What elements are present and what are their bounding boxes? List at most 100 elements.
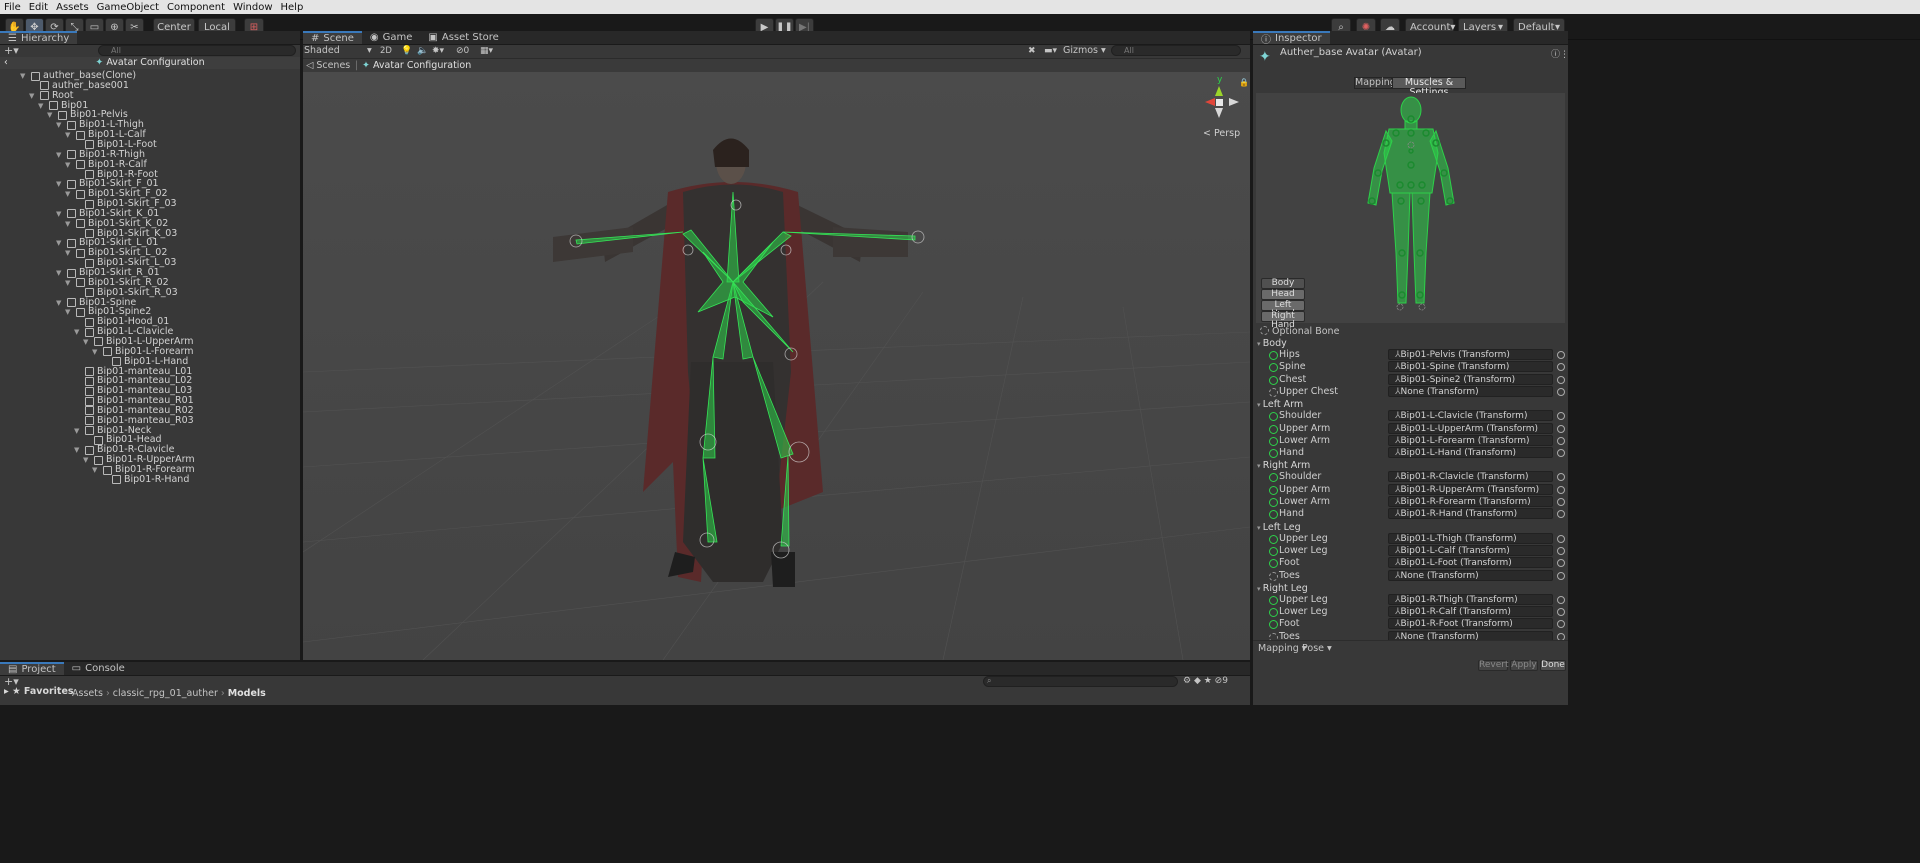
menu-gameobject[interactable]: GameObject — [93, 2, 163, 13]
menu-help[interactable]: Help — [277, 2, 308, 13]
object-picker-icon[interactable] — [1557, 498, 1565, 506]
crumb-models[interactable]: Models — [228, 688, 266, 699]
bone-assigned-icon[interactable] — [1269, 534, 1278, 544]
transform-object-field[interactable]: ⅄Bip01-R-Calf (Transform) — [1388, 606, 1553, 618]
bone-assigned-icon[interactable] — [1269, 449, 1278, 459]
menu-assets[interactable]: Assets — [52, 2, 93, 13]
tab-console[interactable]: ▭ Console — [64, 662, 133, 675]
transform-object-field[interactable]: ⅄Bip01-Spine2 (Transform) — [1388, 373, 1553, 385]
tab-hierarchy[interactable]: ☰ Hierarchy — [0, 31, 78, 44]
tab-inspector[interactable]: ⓘ Inspector — [1253, 31, 1330, 46]
object-picker-icon[interactable] — [1557, 436, 1565, 445]
tab-muscles-settings[interactable]: Muscles & Settings — [1392, 77, 1466, 98]
bone-assigned-icon[interactable] — [1269, 375, 1278, 385]
audio-toggle-icon[interactable]: 🔈 — [417, 45, 428, 57]
back-arrow-icon[interactable]: ‹ — [4, 57, 8, 69]
object-picker-icon[interactable] — [1557, 449, 1565, 458]
persp-label[interactable]: < Persp — [1203, 128, 1240, 139]
expand-arrow-icon[interactable]: ▼ — [65, 218, 73, 230]
object-picker-icon[interactable] — [1557, 351, 1565, 359]
transform-object-field[interactable]: ⅄Bip01-L-Thigh (Transform) — [1388, 532, 1553, 544]
filter-label-icon[interactable]: ◆ — [1194, 676, 1204, 686]
bone-assigned-icon[interactable] — [1269, 559, 1278, 569]
expand-arrow-icon[interactable]: ▼ — [56, 237, 64, 249]
object-picker-icon[interactable] — [1557, 546, 1565, 555]
transform-object-field[interactable]: ⅄Bip01-L-Calf (Transform) — [1388, 544, 1553, 556]
object-picker-icon[interactable] — [1557, 620, 1565, 629]
transform-object-field[interactable]: ⅄Bip01-R-UpperArm (Transform) — [1388, 483, 1553, 495]
object-picker-icon[interactable] — [1557, 571, 1565, 580]
object-picker-icon[interactable] — [1557, 510, 1565, 519]
object-picker-icon[interactable] — [1557, 424, 1565, 433]
object-picker-icon[interactable] — [1557, 485, 1565, 494]
revert-button[interactable]: Revert — [1478, 660, 1508, 671]
tab-game[interactable]: ◉ Game — [362, 31, 421, 44]
scene-search-input[interactable]: All — [1111, 45, 1241, 56]
filter-type-icon[interactable]: ⚙ — [1183, 676, 1194, 686]
lighting-toggle-icon[interactable]: 💡 — [401, 45, 412, 57]
hierarchy-search-input[interactable]: All — [98, 45, 296, 56]
expand-arrow-icon[interactable]: ▼ — [65, 129, 73, 141]
expand-arrow-icon[interactable]: ▼ — [74, 444, 82, 456]
object-picker-icon[interactable] — [1557, 534, 1565, 543]
hidden-packages-toggle[interactable]: ⊘9 — [1215, 676, 1228, 686]
expand-arrow-icon[interactable]: ▼ — [56, 297, 64, 309]
transform-object-field[interactable]: ⅄Bip01-Spine (Transform) — [1388, 361, 1553, 373]
tools-icon[interactable]: ✖ — [1028, 45, 1036, 57]
transform-object-field[interactable]: ⅄Bip01-L-Forearm (Transform) — [1388, 434, 1553, 446]
menu-component[interactable]: Component — [163, 2, 229, 13]
transform-object-field[interactable]: ⅄Bip01-R-Forearm (Transform) — [1388, 496, 1553, 507]
body-view-button[interactable]: Body — [1261, 278, 1305, 289]
hidden-objects-toggle[interactable]: ⊘0 — [456, 45, 469, 57]
expand-arrow-icon[interactable]: ▼ — [29, 90, 37, 102]
crumb-assets[interactable]: Assets — [72, 688, 103, 699]
transform-object-field[interactable]: ⅄Bip01-R-Hand (Transform) — [1388, 508, 1553, 520]
tab-project[interactable]: ▤ Project — [0, 662, 64, 675]
expand-arrow-icon[interactable]: ▼ — [65, 306, 73, 318]
bone-assigned-icon[interactable] — [1269, 412, 1278, 422]
menu-edit[interactable]: Edit — [25, 2, 52, 13]
bone-assigned-icon[interactable] — [1269, 510, 1278, 520]
expand-arrow-icon[interactable]: ▼ — [56, 208, 64, 220]
bone-assigned-icon[interactable] — [1269, 363, 1278, 373]
transform-object-field[interactable]: ⅄Bip01-L-UpperArm (Transform) — [1388, 422, 1553, 434]
scene-viewport[interactable]: y < Persp 🔒 — [303, 72, 1250, 660]
bone-assigned-icon[interactable] — [1269, 595, 1278, 605]
expand-arrow-icon[interactable]: ▼ — [83, 336, 91, 348]
menu-window[interactable]: Window — [229, 2, 276, 13]
expand-arrow-icon[interactable]: ▼ — [56, 149, 64, 161]
transform-object-field[interactable]: ⅄Bip01-L-Foot (Transform) — [1388, 557, 1553, 569]
mode-2d-toggle[interactable]: 2D — [380, 45, 398, 57]
transform-object-field[interactable]: ⅄Bip01-L-Hand (Transform) — [1388, 447, 1553, 459]
object-picker-icon[interactable] — [1557, 595, 1565, 604]
menu-file[interactable]: File — [0, 2, 25, 13]
expand-arrow-icon[interactable]: ▼ — [47, 109, 55, 121]
mapping-dropdown[interactable]: Mapping ▾ — [1258, 643, 1307, 654]
bone-assigned-icon[interactable] — [1269, 498, 1278, 507]
bone-assigned-icon[interactable] — [1269, 546, 1278, 556]
avatar-config-crumb[interactable]: ✦ Avatar Configuration — [362, 59, 471, 73]
bone-assigned-icon[interactable] — [1269, 424, 1278, 434]
object-picker-icon[interactable] — [1557, 387, 1565, 396]
done-button[interactable]: Done — [1540, 660, 1566, 671]
expand-arrow-icon[interactable]: ▼ — [65, 247, 73, 259]
transform-object-field[interactable]: ⅄None (Transform) — [1388, 569, 1553, 581]
tab-asset-store[interactable]: ▣ Asset Store — [420, 31, 506, 44]
bone-optional-icon[interactable] — [1269, 571, 1278, 581]
camera-icon[interactable]: ▬▾ — [1044, 45, 1057, 57]
bone-assigned-icon[interactable] — [1269, 620, 1278, 630]
object-picker-icon[interactable] — [1557, 412, 1565, 421]
tab-scene[interactable]: # Scene — [303, 31, 362, 44]
expand-arrow-icon[interactable]: ▼ — [38, 100, 46, 112]
transform-object-field[interactable]: ⅄Bip01-R-Thigh (Transform) — [1388, 593, 1553, 605]
object-picker-icon[interactable] — [1557, 363, 1565, 372]
project-search-input[interactable]: ⌕ — [983, 676, 1178, 687]
bone-optional-icon[interactable] — [1269, 387, 1278, 397]
favorites-item[interactable]: ▸ ★ Favorites — [4, 686, 74, 697]
bone-assigned-icon[interactable] — [1269, 436, 1278, 446]
apply-button[interactable]: Apply — [1510, 660, 1538, 671]
object-picker-icon[interactable] — [1557, 473, 1565, 482]
gizmos-dropdown[interactable]: Gizmos ▾ — [1063, 45, 1107, 57]
expand-arrow-icon[interactable]: ▼ — [20, 70, 28, 82]
right-hand-view-button[interactable]: Right Hand — [1261, 311, 1305, 330]
